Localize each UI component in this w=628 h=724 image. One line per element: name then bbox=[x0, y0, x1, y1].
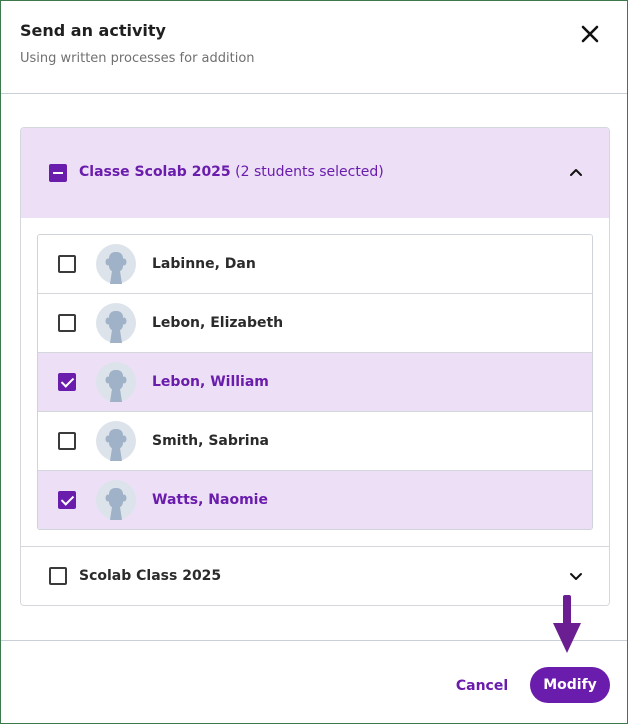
student-row[interactable]: Lebon, Elizabeth bbox=[38, 294, 592, 353]
close-icon bbox=[581, 25, 599, 43]
student-name: Lebon, William bbox=[152, 374, 269, 390]
dialog-header: Send an activity Using written processes… bbox=[1, 1, 627, 94]
avatar-icon bbox=[96, 303, 136, 343]
avatar-icon bbox=[96, 362, 136, 402]
group-checkbox[interactable] bbox=[49, 567, 67, 585]
dialog-footer: Cancel Modify bbox=[1, 640, 627, 723]
student-name: Labinne, Dan bbox=[152, 256, 256, 272]
student-checkbox[interactable] bbox=[58, 373, 76, 391]
dialog-title: Send an activity bbox=[20, 21, 166, 40]
avatar-icon bbox=[96, 244, 136, 284]
group-header-classe-scolab-2025[interactable]: Classe Scolab 2025 (2 students selected) bbox=[21, 128, 609, 218]
chevron-down-icon[interactable] bbox=[567, 567, 585, 585]
student-row[interactable]: Smith, Sabrina bbox=[38, 412, 592, 471]
chevron-up-icon[interactable] bbox=[567, 164, 585, 182]
student-name: Lebon, Elizabeth bbox=[152, 315, 284, 331]
annotation-arrow-icon bbox=[551, 593, 583, 655]
class-list-panel: Classe Scolab 2025 (2 students selected) bbox=[20, 127, 610, 606]
cancel-button[interactable]: Cancel bbox=[447, 674, 517, 698]
dialog-subtitle: Using written processes for addition bbox=[20, 51, 255, 66]
student-row[interactable]: Watts, Naomie bbox=[38, 471, 592, 529]
student-row[interactable]: Lebon, William bbox=[38, 353, 592, 412]
group-header-scolab-class-2025[interactable]: Scolab Class 2025 bbox=[21, 546, 609, 605]
group-name: Classe Scolab 2025 bbox=[79, 164, 231, 180]
student-row[interactable]: Labinne, Dan bbox=[38, 235, 592, 294]
avatar bbox=[96, 480, 136, 520]
student-name: Watts, Naomie bbox=[152, 492, 268, 508]
student-checkbox[interactable] bbox=[58, 255, 76, 273]
student-checkbox[interactable] bbox=[58, 432, 76, 450]
modify-button[interactable]: Modify bbox=[530, 667, 610, 703]
avatar bbox=[96, 303, 136, 343]
avatar bbox=[96, 244, 136, 284]
student-checkbox[interactable] bbox=[58, 491, 76, 509]
student-checkbox[interactable] bbox=[58, 314, 76, 332]
avatar bbox=[96, 421, 136, 461]
group-name: Scolab Class 2025 bbox=[79, 568, 222, 584]
dialog-body: Classe Scolab 2025 (2 students selected) bbox=[1, 94, 627, 640]
close-button[interactable] bbox=[577, 21, 603, 47]
send-activity-dialog: Send an activity Using written processes… bbox=[0, 0, 628, 724]
group-checkbox-partial[interactable] bbox=[49, 164, 67, 182]
student-list: Labinne, Dan Lebon, Elizabeth Lebon, Wil… bbox=[37, 234, 593, 530]
group-selection-summary: (2 students selected) bbox=[235, 164, 384, 180]
student-name: Smith, Sabrina bbox=[152, 433, 269, 449]
group-label: Classe Scolab 2025 (2 students selected) bbox=[79, 164, 384, 180]
avatar bbox=[96, 362, 136, 402]
avatar-icon bbox=[96, 480, 136, 520]
avatar-icon bbox=[96, 421, 136, 461]
